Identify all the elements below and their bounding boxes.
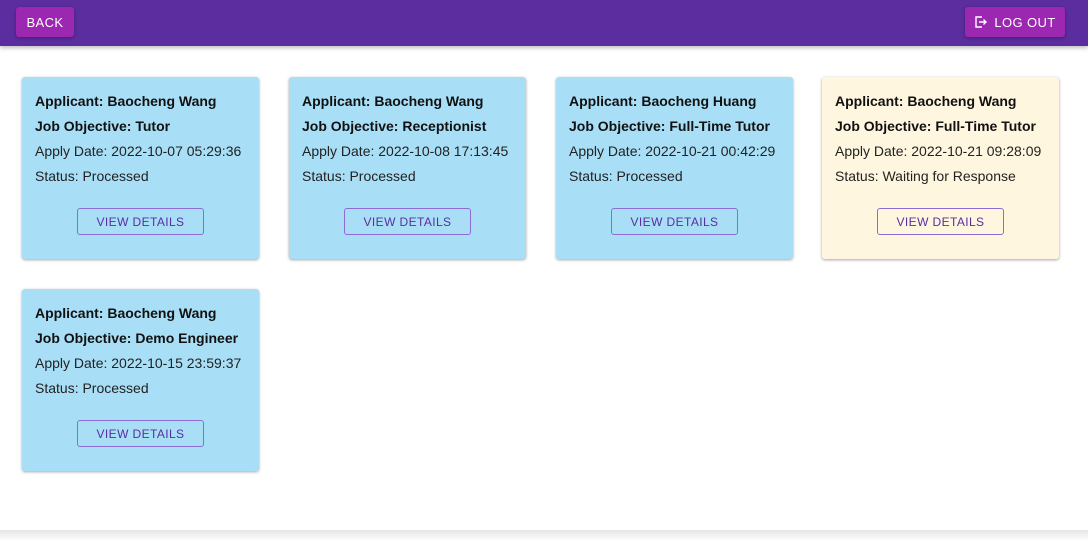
- applicant-name: Applicant: Baocheng Wang: [35, 305, 217, 321]
- job-objective: Job Objective: Demo Engineer: [35, 330, 239, 346]
- applications-grid: Applicant: Baocheng Wang Job Objective: …: [0, 0, 1088, 541]
- status-text: Status: Processed: [302, 168, 416, 184]
- apply-date: Apply Date: 2022-10-21 09:28:09: [835, 143, 1042, 159]
- applicant-name: Applicant: Baocheng Wang: [302, 93, 484, 109]
- job-objective: Job Objective: Receptionist: [302, 118, 487, 134]
- application-card: Applicant: Baocheng Wang Job Objective: …: [289, 77, 526, 259]
- apply-date: Apply Date: 2022-10-07 05:29:36: [35, 143, 242, 159]
- application-card: Applicant: Baocheng Wang Job Objective: …: [822, 77, 1059, 259]
- application-card: Applicant: Baocheng Wang Job Objective: …: [22, 77, 259, 259]
- status-text: Status: Processed: [35, 168, 149, 184]
- view-details-button[interactable]: VIEW DETAILS: [611, 208, 738, 235]
- view-details-button[interactable]: VIEW DETAILS: [77, 420, 204, 447]
- apply-date: Apply Date: 2022-10-21 00:42:29: [569, 143, 776, 159]
- view-details-button[interactable]: VIEW DETAILS: [877, 208, 1004, 235]
- applicant-name: Applicant: Baocheng Wang: [835, 93, 1017, 109]
- view-details-button[interactable]: VIEW DETAILS: [77, 208, 204, 235]
- footer-divider: [0, 530, 1088, 541]
- applicant-name: Applicant: Baocheng Wang: [35, 93, 217, 109]
- apply-date: Apply Date: 2022-10-15 23:59:37: [35, 355, 242, 371]
- status-text: Status: Waiting for Response: [835, 168, 1016, 184]
- job-objective: Job Objective: Full-Time Tutor: [569, 118, 770, 134]
- applicant-name: Applicant: Baocheng Huang: [569, 93, 757, 109]
- view-details-button[interactable]: VIEW DETAILS: [344, 208, 471, 235]
- job-objective: Job Objective: Tutor: [35, 118, 171, 134]
- status-text: Status: Processed: [569, 168, 683, 184]
- application-card: Applicant: Baocheng Huang Job Objective:…: [556, 77, 793, 259]
- application-card: Applicant: Baocheng Wang Job Objective: …: [22, 289, 259, 471]
- job-objective: Job Objective: Full-Time Tutor: [835, 118, 1036, 134]
- status-text: Status: Processed: [35, 380, 149, 396]
- apply-date: Apply Date: 2022-10-08 17:13:45: [302, 143, 509, 159]
